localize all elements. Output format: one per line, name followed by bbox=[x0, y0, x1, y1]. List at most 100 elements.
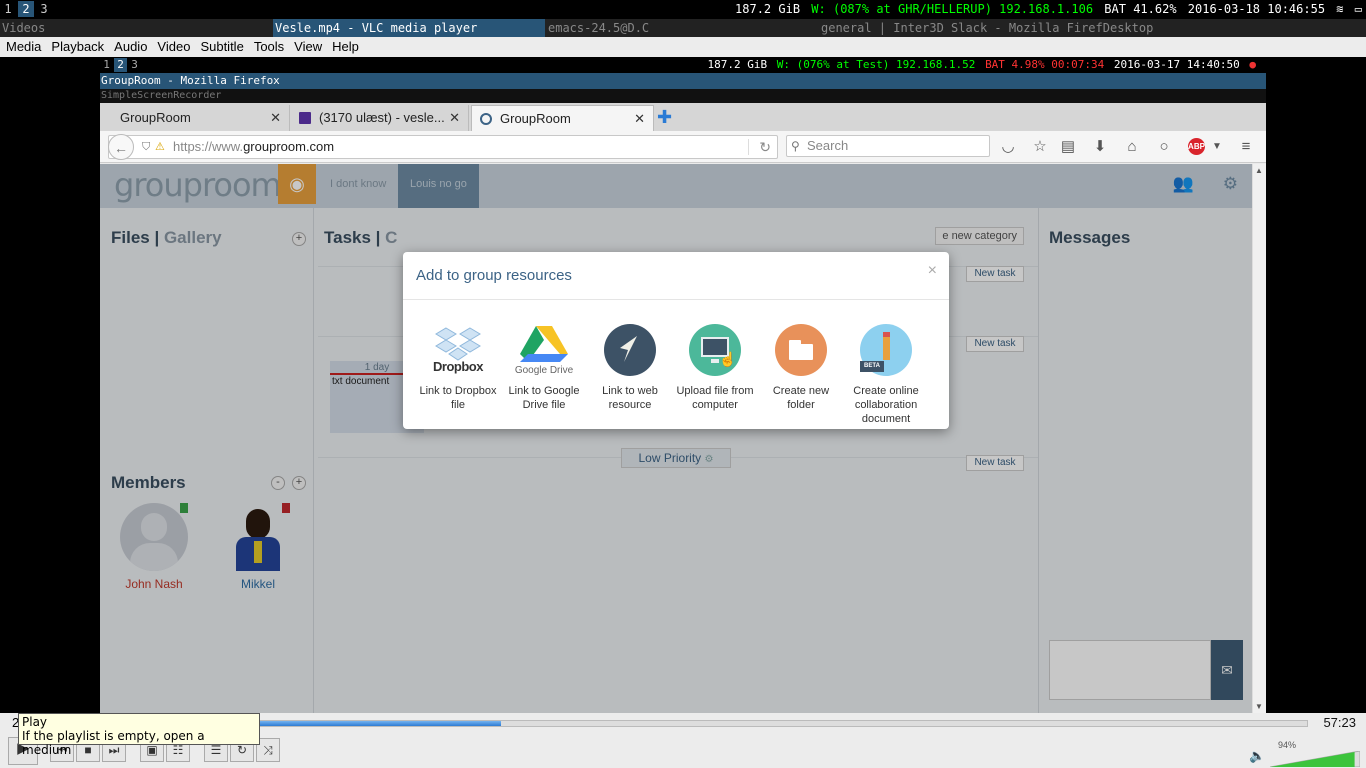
adblock-icon[interactable]: ABP bbox=[1188, 138, 1205, 155]
firefox-window-title: GroupRoom - Mozilla Firefox bbox=[100, 73, 1266, 89]
search-placeholder: Search bbox=[807, 138, 849, 153]
mail-icon bbox=[299, 112, 311, 124]
tab-grouproom-1[interactable]: GroupRoom ✕ bbox=[100, 105, 290, 131]
download-icon[interactable]: ⬇ bbox=[1090, 137, 1110, 157]
menu-subtitle[interactable]: Subtitle bbox=[194, 37, 247, 54]
menu-playback[interactable]: Playback bbox=[45, 37, 108, 54]
url-separator bbox=[748, 139, 749, 155]
resource-dropbox[interactable]: Dropbox Link to Dropbox file bbox=[415, 324, 501, 412]
tab-label: GroupRoom bbox=[500, 111, 571, 126]
inner-power-icon: ● bbox=[1249, 58, 1256, 71]
close-icon[interactable]: ✕ bbox=[634, 106, 645, 132]
new-tab-plus-icon[interactable]: ✚ bbox=[657, 107, 672, 128]
url-bar[interactable]: ← ⛉ ⚠ https://www.grouproom.com ↻ bbox=[108, 134, 778, 160]
menu-media[interactable]: Media bbox=[0, 37, 45, 54]
wm-top-bar: 1 2 3 187.2 GiB W: (087% at GHR/HELLERUP… bbox=[0, 0, 1366, 19]
inner-wm-bar: 1 2 3 187.2 GiB W: (076% at Test) 192.16… bbox=[100, 57, 1266, 73]
menu-tools[interactable]: Tools bbox=[248, 37, 288, 54]
add-resource-modal: Add to group resources × Dropbox Link to… bbox=[403, 252, 949, 429]
shield-icon[interactable]: ⛉ bbox=[142, 136, 150, 158]
inner-wifi: W: (076% at Test) 192.168.1.52 bbox=[776, 58, 976, 71]
google-drive-wordmark: Google Drive bbox=[514, 365, 574, 376]
menu-audio[interactable]: Audio bbox=[108, 37, 151, 54]
total-time[interactable]: 57:23 bbox=[1323, 715, 1356, 730]
play-tooltip: Play If the playlist is empty, open a me… bbox=[18, 713, 260, 757]
inner-workspace-2: 2 bbox=[114, 58, 127, 72]
resource-label: Link to Dropbox file bbox=[419, 385, 497, 411]
menu-video[interactable]: Video bbox=[151, 37, 194, 54]
close-icon[interactable]: ✕ bbox=[449, 105, 460, 131]
chevron-down-icon[interactable]: ▼ bbox=[1207, 137, 1227, 157]
modal-divider bbox=[403, 299, 949, 300]
speaker-icon[interactable]: 🔈 bbox=[1249, 748, 1265, 764]
menu-help[interactable]: Help bbox=[326, 37, 363, 54]
chat-bubble-icon[interactable]: ○ bbox=[1154, 137, 1174, 157]
inner-clock: 2016-03-17 14:40:50 bbox=[1113, 58, 1240, 71]
clipboard-icon[interactable]: ▤ bbox=[1058, 137, 1078, 157]
inner-battery: BAT 4.98% 00:07:34 bbox=[985, 58, 1105, 71]
resource-google-drive[interactable]: Google Drive Link to Google Drive file bbox=[501, 324, 587, 412]
status-line: 187.2 GiB W: (087% at GHR/HELLERUP) 192.… bbox=[731, 2, 1362, 16]
window-title-vlc[interactable]: Vesle.mp4 - VLC media player bbox=[273, 19, 545, 37]
window-title-videos[interactable]: Videos bbox=[0, 19, 272, 37]
battery-icon: ▭ bbox=[1354, 2, 1362, 16]
web-link-icon bbox=[604, 324, 656, 376]
wm-window-titles: Videos Vesle.mp4 - VLC media player emac… bbox=[0, 19, 1366, 37]
wifi-status: W: (087% at GHR/HELLERUP) 192.168.1.106 bbox=[811, 2, 1094, 16]
hand-cursor-icon: ☝ bbox=[719, 351, 737, 367]
workspace-1[interactable]: 1 bbox=[0, 1, 16, 17]
inner-disk: 187.2 GiB bbox=[707, 58, 768, 71]
upload-computer-icon: ☝ bbox=[689, 324, 741, 376]
inner-status-line: 187.2 GiB W: (076% at Test) 192.168.1.52… bbox=[705, 58, 1256, 71]
grouproom-favicon-icon bbox=[480, 113, 492, 125]
search-input[interactable]: ⚲ Search bbox=[786, 135, 990, 157]
search-icon: ⚲ bbox=[791, 139, 800, 153]
dropbox-wordmark: Dropbox bbox=[433, 359, 483, 374]
google-drive-icon: Google Drive bbox=[515, 324, 573, 376]
resource-label: Upload file from computer bbox=[676, 385, 754, 411]
menu-view[interactable]: View bbox=[288, 37, 326, 54]
back-arrow-icon[interactable]: ← bbox=[108, 134, 134, 160]
disk-status: 187.2 GiB bbox=[735, 2, 801, 16]
close-icon[interactable]: ✕ bbox=[270, 105, 281, 131]
modal-title: Add to group resources bbox=[416, 267, 572, 284]
scroll-up-icon[interactable]: ▲ bbox=[1255, 166, 1263, 175]
resource-label: Create new folder bbox=[772, 385, 830, 411]
tab-grouproom-active[interactable]: GroupRoom ✕ bbox=[471, 105, 654, 131]
page-scrollbar[interactable]: ▲ ▼ bbox=[1252, 164, 1266, 713]
lock-warning-icon[interactable]: ⚠ bbox=[155, 136, 165, 158]
resource-collab-doc[interactable]: BETA Create online collaboration documen… bbox=[843, 324, 929, 426]
inner-workspace-1: 1 bbox=[103, 58, 110, 71]
battery-status: BAT 41.62% bbox=[1104, 2, 1177, 16]
url-text[interactable]: https://www.grouproom.com bbox=[173, 136, 334, 158]
pocket-icon[interactable]: ◡ bbox=[998, 137, 1018, 157]
home-icon[interactable]: ⌂ bbox=[1122, 137, 1142, 157]
inner-workspace-3: 3 bbox=[131, 58, 138, 71]
tab-mail[interactable]: (3170 ulæst) - vesle... ✕ bbox=[291, 105, 469, 131]
hamburger-menu-icon[interactable]: ≡ bbox=[1236, 137, 1256, 157]
grouproom-page: grouproom ◉ I dont know Louis no go 👥 ⚙ … bbox=[100, 164, 1252, 713]
volume-slider[interactable] bbox=[1270, 751, 1360, 767]
modal-backdrop[interactable] bbox=[100, 164, 1252, 713]
workspace-3[interactable]: 3 bbox=[36, 1, 52, 17]
bookmark-star-icon[interactable]: ☆ bbox=[1030, 137, 1050, 157]
resource-new-folder[interactable]: Create new folder bbox=[758, 324, 844, 412]
reload-icon[interactable]: ↻ bbox=[759, 136, 771, 158]
resource-upload-computer[interactable]: ☝ Upload file from computer bbox=[672, 324, 758, 412]
window-title-slack[interactable]: general | Inter3D Slack - Mozilla FirefD… bbox=[819, 19, 1366, 37]
navigation-toolbar: ← ⛉ ⚠ https://www.grouproom.com ↻ ⚲ Sear… bbox=[100, 131, 1266, 163]
resource-web-link[interactable]: Link to web resource bbox=[587, 324, 673, 412]
url-prefix: https://www. bbox=[173, 139, 244, 154]
beta-badge: BETA bbox=[860, 361, 884, 372]
resource-label: Link to web resource bbox=[602, 385, 658, 411]
workspace-2[interactable]: 2 bbox=[18, 1, 34, 17]
tab-label: (3170 ulæst) - vesle... bbox=[319, 110, 445, 125]
window-title-emacs[interactable]: emacs-24.5@D.C bbox=[546, 19, 818, 37]
scroll-down-icon[interactable]: ▼ bbox=[1255, 702, 1263, 711]
tooltip-title: Play bbox=[22, 715, 48, 729]
close-icon[interactable]: × bbox=[928, 262, 937, 280]
resource-label: Create online collaboration document bbox=[853, 385, 919, 425]
tooltip-text: If the playlist is empty, open a medium bbox=[22, 729, 205, 757]
folder-icon bbox=[775, 324, 827, 376]
clock: 2016-03-18 10:46:55 bbox=[1187, 2, 1326, 16]
